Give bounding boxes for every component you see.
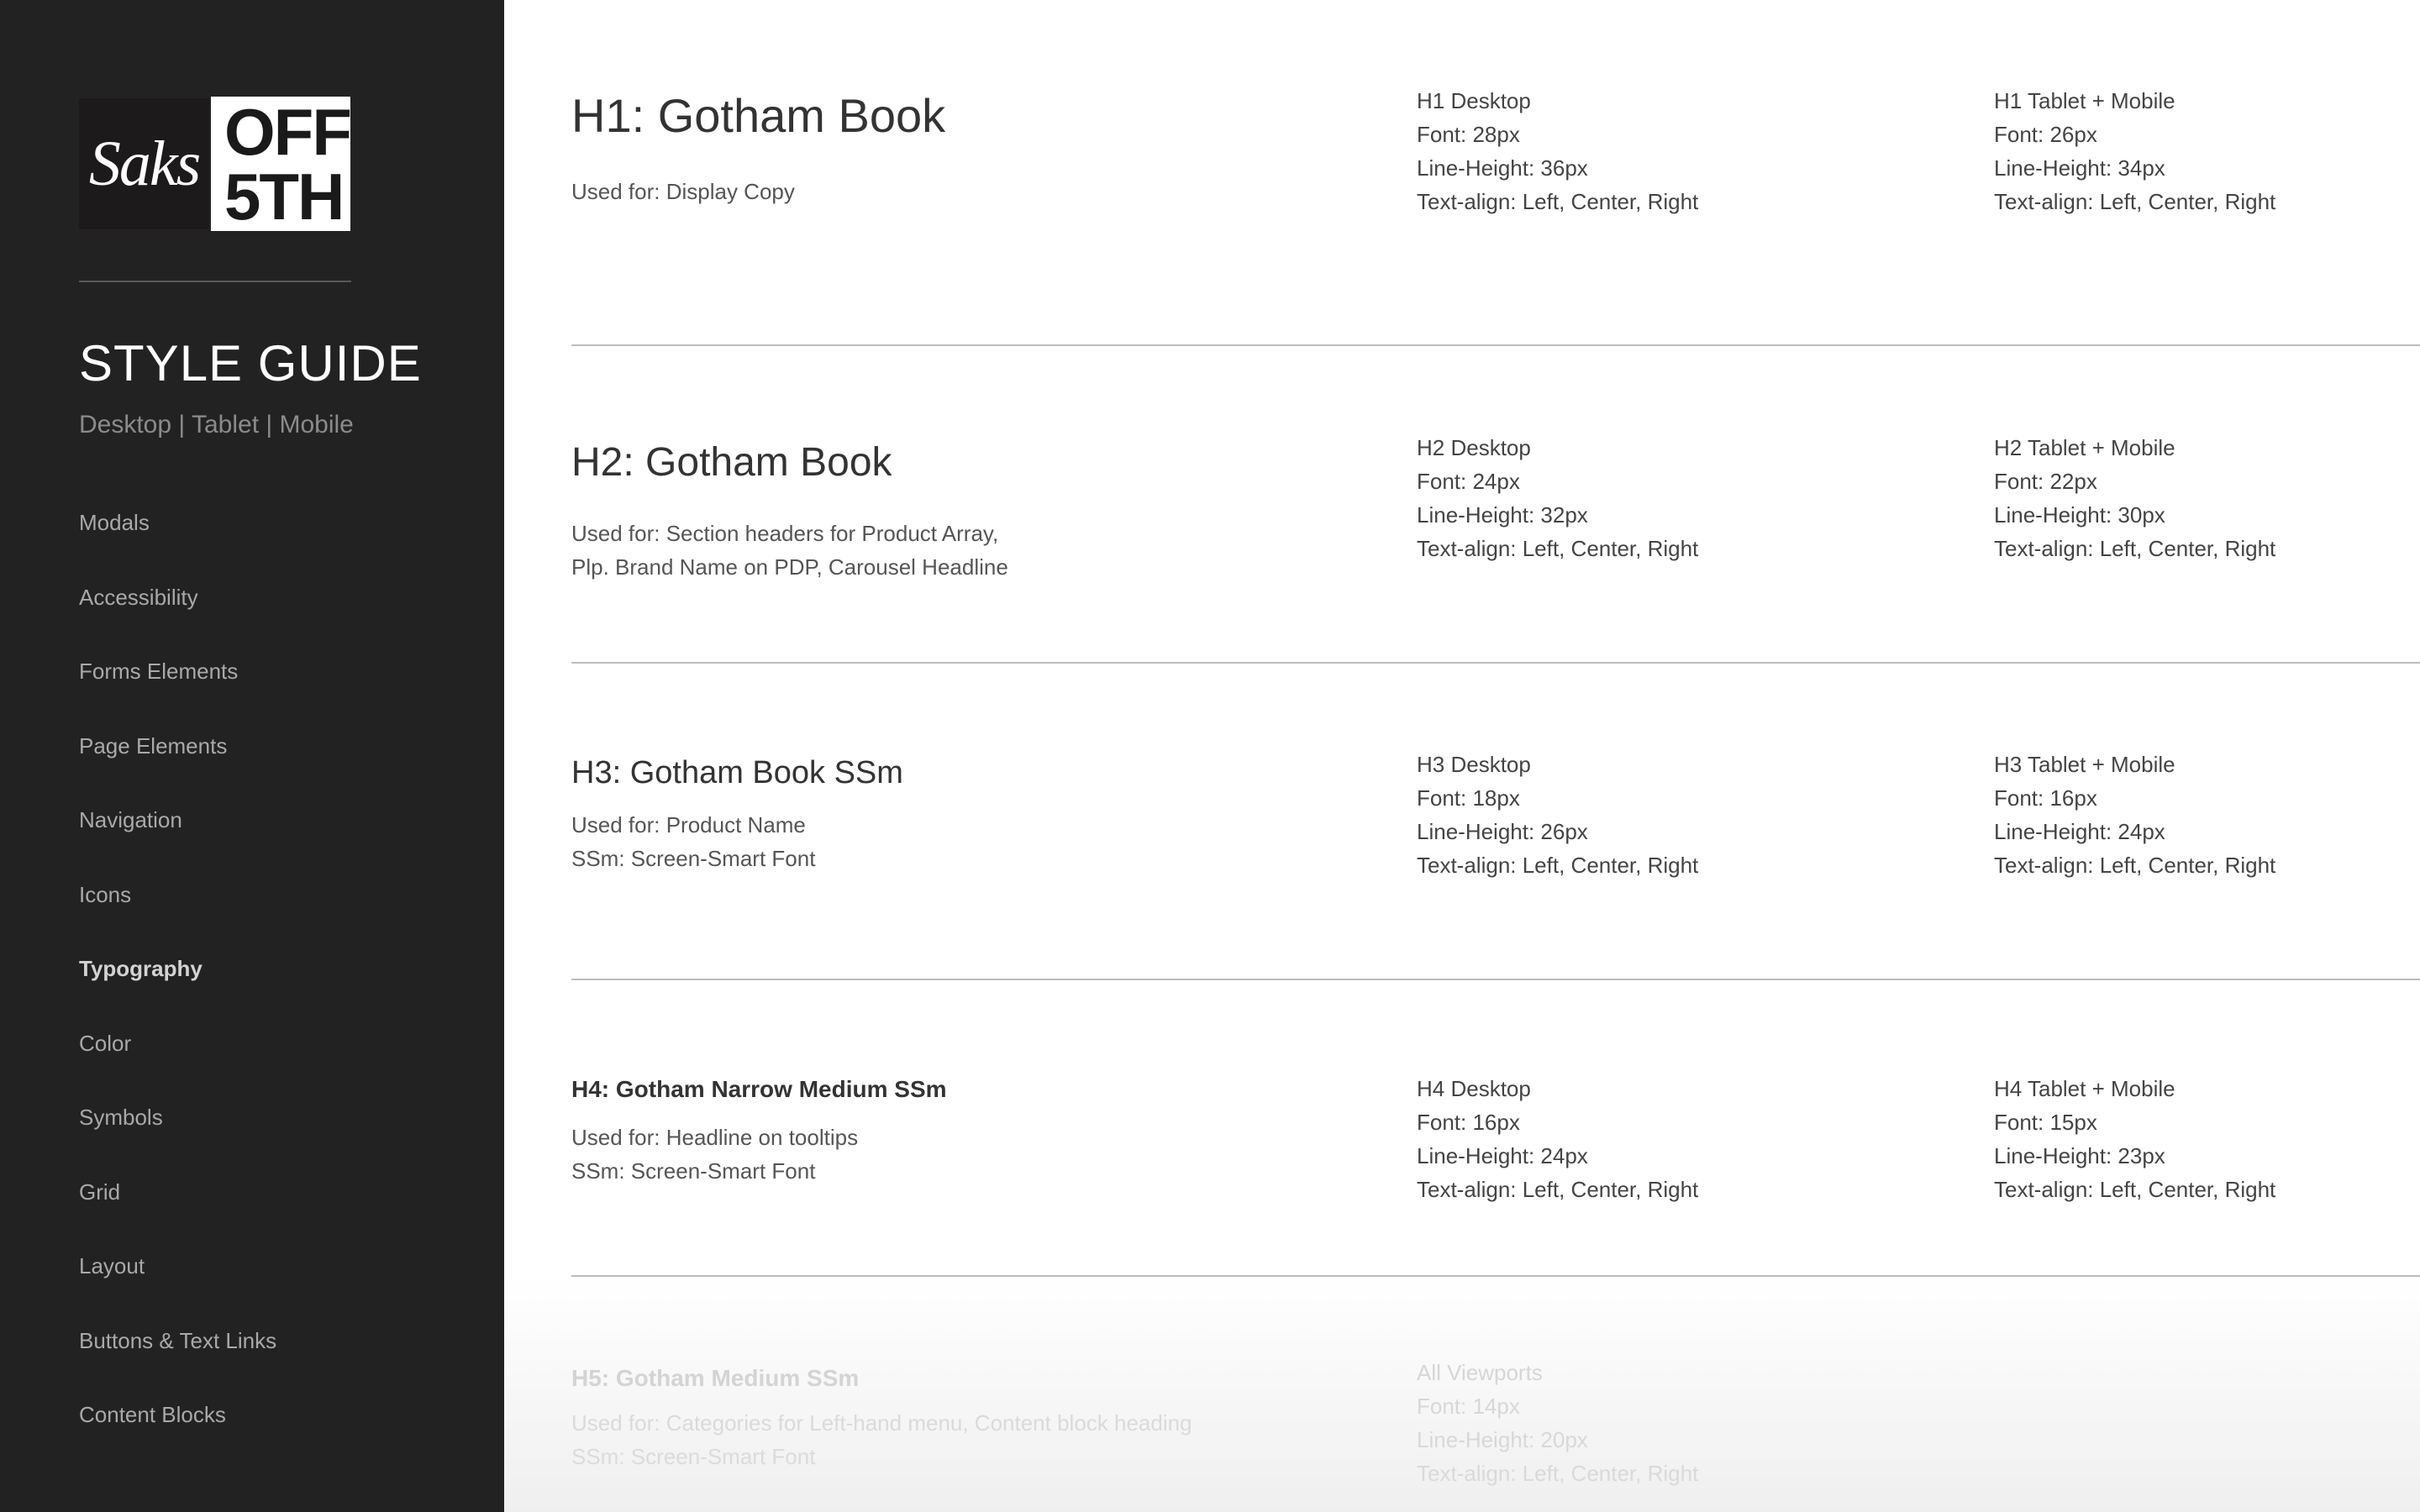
desktop-specs: H4 Desktop Font: 16px Line-Height: 24px … xyxy=(1417,1072,1698,1206)
spec-font-size: Font: 18px xyxy=(1417,785,1520,811)
sidebar-item-accessibility[interactable]: Accessibility xyxy=(79,582,276,657)
sidebar-item-forms-elements[interactable]: Forms Elements xyxy=(79,656,276,731)
spec-heading: H2 Desktop xyxy=(1417,435,1531,460)
section-usage: Used for: Display Copy xyxy=(571,175,795,208)
spec-heading: H4 Tablet + Mobile xyxy=(1994,1076,2175,1101)
section-title: H5: Gotham Medium SSm xyxy=(571,1365,860,1391)
spec-heading: All Viewports xyxy=(1417,1360,1543,1385)
spec-line-height: Line-Height: 32px xyxy=(1417,502,1588,528)
sidebar-divider xyxy=(79,281,351,282)
sidebar-item-page-elements[interactable]: Page Elements xyxy=(79,731,276,806)
viewport-subtitle: Desktop | Tablet | Mobile xyxy=(79,411,354,438)
spec-text-align: Text-align: Left, Center, Right xyxy=(1417,1461,1699,1486)
sidebar-item-grid[interactable]: Grid xyxy=(79,1177,276,1252)
sidebar-nav: Modals Accessibility Forms Elements Page… xyxy=(79,507,276,1474)
sidebar-item-buttons-text-links[interactable]: Buttons & Text Links xyxy=(79,1326,276,1400)
typography-section-h1: H1: Gotham Book Used for: Display Copy H… xyxy=(571,84,2420,252)
spec-font-size: Font: 16px xyxy=(1417,1110,1520,1135)
usage-line: SSm: Screen-Smart Font xyxy=(571,1444,816,1469)
spec-heading: H3 Desktop xyxy=(1417,752,1531,777)
desktop-specs: H3 Desktop Font: 18px Line-Height: 26px … xyxy=(1417,748,1698,882)
usage-line: SSm: Screen-Smart Font xyxy=(571,846,816,871)
section-divider xyxy=(571,662,2420,664)
tablet-mobile-specs: H2 Tablet + Mobile Font: 22px Line-Heigh… xyxy=(1994,431,2275,565)
section-title: H4: Gotham Narrow Medium SSm xyxy=(571,1076,947,1102)
sidebar-item-modals[interactable]: Modals xyxy=(79,507,276,582)
spec-line-height: Line-Height: 20px xyxy=(1417,1427,1588,1452)
spec-text-align: Text-align: Left, Center, Right xyxy=(1994,536,2276,561)
sidebar-item-color[interactable]: Color xyxy=(79,1028,276,1103)
spec-font-size: Font: 15px xyxy=(1994,1110,2097,1135)
spec-font-size: Font: 28px xyxy=(1417,122,1520,147)
logo-off5th-block: OFF 5TH xyxy=(211,95,352,234)
usage-line: Used for: Headline on tooltips xyxy=(571,1125,859,1150)
spec-text-align: Text-align: Left, Center, Right xyxy=(1417,189,1699,214)
usage-line: SSm: Screen-Smart Font xyxy=(571,1158,816,1184)
spec-text-align: Text-align: Left, Center, Right xyxy=(1417,853,1699,878)
spec-line-height: Line-Height: 23px xyxy=(1994,1143,2165,1168)
spec-line-height: Line-Height: 24px xyxy=(1417,1143,1588,1168)
spec-heading: H4 Desktop xyxy=(1417,1076,1531,1101)
typography-content: H1: Gotham Book Used for: Display Copy H… xyxy=(504,0,2420,1512)
section-usage: Used for: Section headers for Product Ar… xyxy=(571,517,1008,584)
section-title: H1: Gotham Book xyxy=(571,89,946,142)
section-divider xyxy=(571,979,2420,980)
spec-text-align: Text-align: Left, Center, Right xyxy=(1417,1177,1699,1202)
usage-line: Used for: Section headers for Product Ar… xyxy=(571,521,999,546)
spec-text-align: Text-align: Left, Center, Right xyxy=(1417,536,1699,561)
usage-line: Used for: Display Copy xyxy=(571,179,795,204)
saks-off5th-logo[interactable]: Saks OFF 5TH xyxy=(79,95,352,234)
section-divider xyxy=(571,344,2420,346)
spec-font-size: Font: 14px xyxy=(1417,1394,1520,1419)
logo-5th-text: 5TH xyxy=(224,160,345,234)
section-divider xyxy=(571,1275,2420,1277)
usage-line: Used for: Product Name xyxy=(571,812,806,837)
sidebar-item-content-blocks[interactable]: Content Blocks xyxy=(79,1399,276,1474)
style-guide-title: STYLE GUIDE xyxy=(79,335,422,391)
spec-heading: H2 Tablet + Mobile xyxy=(1994,435,2175,460)
typography-section-h5: H5: Gotham Medium SSm Used for: Categori… xyxy=(571,1360,2420,1512)
sidebar-item-icons[interactable]: Icons xyxy=(79,879,276,954)
section-title: H3: Gotham Book SSm xyxy=(571,755,903,790)
spec-heading: H1 Tablet + Mobile xyxy=(1994,88,2175,113)
section-usage: Used for: Product Name SSm: Screen-Smart… xyxy=(571,808,815,875)
section-usage: Used for: Categories for Left-hand menu,… xyxy=(571,1406,1192,1473)
spec-font-size: Font: 16px xyxy=(1994,785,2097,811)
spec-text-align: Text-align: Left, Center, Right xyxy=(1994,189,2276,214)
section-title: H2: Gotham Book xyxy=(571,440,892,485)
typography-section-h4: H4: Gotham Narrow Medium SSm Used for: H… xyxy=(571,1072,2420,1240)
spec-font-size: Font: 24px xyxy=(1417,469,1520,494)
sidebar-item-layout[interactable]: Layout xyxy=(79,1251,276,1326)
spec-line-height: Line-Height: 30px xyxy=(1994,502,2165,528)
logo-off-text: OFF xyxy=(224,95,352,169)
spec-line-height: Line-Height: 36px xyxy=(1417,155,1588,181)
section-usage: Used for: Headline on tooltips SSm: Scre… xyxy=(571,1121,858,1188)
logo-saks-script: Saks xyxy=(79,98,209,229)
tablet-mobile-specs: H4 Tablet + Mobile Font: 15px Line-Heigh… xyxy=(1994,1072,2275,1206)
spec-line-height: Line-Height: 34px xyxy=(1994,155,2165,181)
spec-font-size: Font: 22px xyxy=(1994,469,2097,494)
spec-heading: H3 Tablet + Mobile xyxy=(1994,752,2175,777)
tablet-mobile-specs: H3 Tablet + Mobile Font: 16px Line-Heigh… xyxy=(1994,748,2275,882)
spec-font-size: Font: 26px xyxy=(1994,122,2097,147)
spec-text-align: Text-align: Left, Center, Right xyxy=(1994,853,2276,878)
tablet-mobile-specs: H1 Tablet + Mobile Font: 26px Line-Heigh… xyxy=(1994,84,2275,218)
desktop-specs: H1 Desktop Font: 28px Line-Height: 36px … xyxy=(1417,84,1698,218)
typography-section-h3: H3: Gotham Book SSm Used for: Product Na… xyxy=(571,748,2420,916)
spec-line-height: Line-Height: 24px xyxy=(1994,819,2165,844)
typography-section-h2: H2: Gotham Book Used for: Section header… xyxy=(571,431,2420,599)
sidebar-item-typography[interactable]: Typography xyxy=(79,953,276,1028)
spec-heading: H1 Desktop xyxy=(1417,88,1531,113)
sidebar: Saks OFF 5TH STYLE GUIDE Desktop | Table… xyxy=(0,0,504,1512)
spec-text-align: Text-align: Left, Center, Right xyxy=(1994,1177,2276,1202)
spec-line-height: Line-Height: 26px xyxy=(1417,819,1588,844)
sidebar-item-symbols[interactable]: Symbols xyxy=(79,1102,276,1177)
sidebar-item-navigation[interactable]: Navigation xyxy=(79,805,276,879)
usage-line: Plp. Brand Name on PDP, Carousel Headlin… xyxy=(571,554,1008,580)
usage-line: Used for: Categories for Left-hand menu,… xyxy=(571,1410,1192,1436)
desktop-specs: H2 Desktop Font: 24px Line-Height: 32px … xyxy=(1417,431,1698,565)
all-viewports-specs: All Viewports Font: 14px Line-Height: 20… xyxy=(1417,1356,1698,1490)
